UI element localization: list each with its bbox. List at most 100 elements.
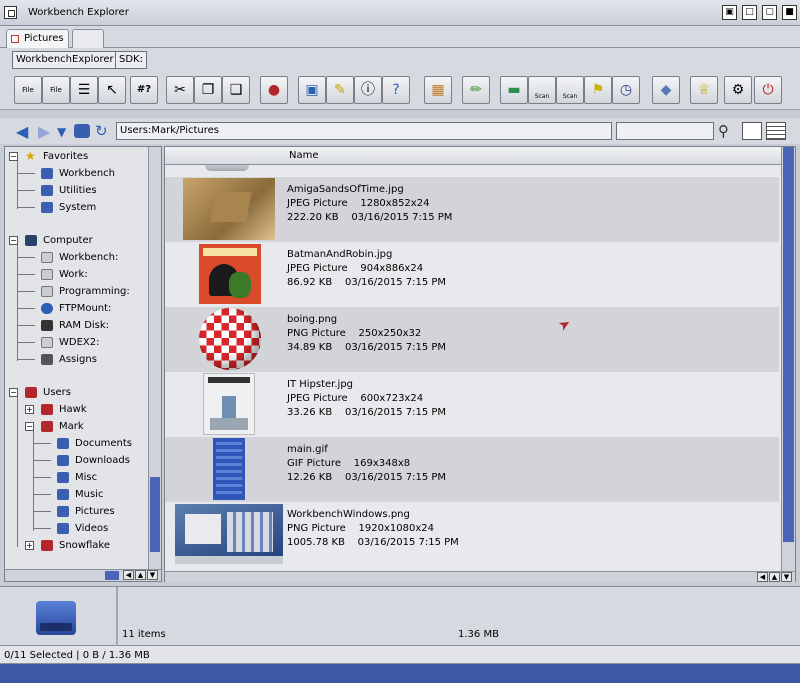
mouse-pointer-icon: ➤ [555, 315, 574, 335]
list-view-icon[interactable] [766, 122, 786, 140]
drawer-icon [57, 506, 69, 517]
list-item[interactable]: main.gif GIF Picture 169x348x8 12.26 KB … [165, 437, 779, 502]
cut-icon[interactable]: ✂ [166, 76, 194, 104]
scan-icon[interactable]: Scan [528, 76, 556, 104]
prefs-icon[interactable]: ⚙ [724, 76, 752, 104]
file-list-body: AmigaSandsOfTime.jpg JPEG Picture 1280x8… [165, 165, 781, 571]
info-icon[interactable]: ⓘ [354, 76, 382, 104]
select-icon[interactable]: ↖ [98, 76, 126, 104]
depth-button[interactable]: ■ [782, 5, 797, 20]
harddrive-icon [34, 595, 78, 639]
thumbnail-image [199, 308, 261, 370]
power-icon[interactable]: ⏻ [754, 76, 782, 104]
scrollbar-thumb[interactable] [783, 147, 794, 542]
app-path-button[interactable]: WorkbenchExplorer [12, 51, 118, 69]
thumbnail-image [213, 438, 245, 500]
expand-icon[interactable]: + [25, 541, 34, 550]
chevron-down-icon[interactable]: ▼ [57, 125, 66, 139]
window-close-button[interactable] [4, 6, 17, 19]
list-item[interactable]: BatmanAndRobin.jpg JPEG Picture 904x886x… [165, 242, 779, 307]
paste-icon[interactable]: ❑ [222, 76, 250, 104]
help-icon[interactable]: ? [382, 76, 410, 104]
collapse-icon[interactable]: − [9, 152, 18, 161]
list-item[interactable]: AmigaSandsOfTime.jpg JPEG Picture 1280x8… [165, 177, 779, 242]
pencil-icon[interactable]: ✏ [462, 76, 490, 104]
computer-icon [25, 235, 37, 246]
disk-icon[interactable]: ▣ [298, 76, 326, 104]
delete-icon[interactable]: ● [260, 76, 288, 104]
file-list: Name AmigaSandsOfTime.jpg JPEG Picture 1… [164, 146, 796, 582]
user-icon [41, 540, 53, 551]
file-list-vertical-scrollbar[interactable] [781, 147, 795, 571]
file-type: GIF Picture [287, 458, 342, 469]
scan2-icon[interactable]: Scan [556, 76, 584, 104]
file-date: 03/16/2015 7:15 PM [351, 212, 453, 223]
shell-icon[interactable]: #? [130, 76, 158, 104]
scroll-left-icon[interactable]: ◀ [123, 570, 134, 580]
refresh-icon[interactable]: ↻ [95, 122, 108, 140]
scroll-down-icon[interactable]: ▼ [781, 572, 792, 582]
scrollbar-thumb[interactable] [105, 571, 119, 580]
copy-icon[interactable]: ❐ [194, 76, 222, 104]
view-options-icon[interactable] [742, 122, 762, 140]
expand-icon[interactable]: + [25, 405, 34, 414]
archive-icon[interactable]: ▦ [424, 76, 452, 104]
search-icon[interactable]: ⚲ [718, 122, 729, 140]
file-size: 12.26 KB [287, 472, 333, 483]
list-item[interactable]: IT Hipster.jpg JPEG Picture 600x723x24 3… [165, 372, 779, 437]
file-name: main.gif [287, 444, 328, 455]
harddisk-icon [41, 269, 53, 280]
sidebar-horizontal-scrollbar[interactable]: ◀ ▲ ▼ [5, 569, 161, 581]
scroll-down-icon[interactable]: ▼ [147, 570, 158, 580]
drawer-icon [57, 438, 69, 449]
search-input[interactable] [616, 122, 714, 140]
screen-icon[interactable]: ▬ [500, 76, 528, 104]
column-header-name[interactable]: Name [165, 147, 781, 165]
file-name: BatmanAndRobin.jpg [287, 249, 393, 260]
status-bar: 0/11 Selected | 0 B / 1.36 MB [0, 646, 800, 664]
clock-icon[interactable]: ◷ [612, 76, 640, 104]
parent-drawer-icon[interactable] [74, 124, 90, 138]
compare-icon[interactable]: ☰ [70, 76, 98, 104]
crown-icon[interactable]: ♕ [690, 76, 718, 104]
shield-icon[interactable]: ◆ [652, 76, 680, 104]
details-panel: 11 items 1.36 MB [0, 586, 800, 647]
back-icon[interactable]: ◀ [16, 122, 28, 141]
scroll-left-icon[interactable]: ◀ [757, 572, 768, 582]
path-input[interactable]: Users:Mark/Pictures [116, 122, 612, 140]
navigation-bar: ◀ ▶ ▼ ↻ Users:Mark/Pictures ⚲ [0, 118, 800, 144]
collapse-icon[interactable]: − [25, 422, 34, 431]
tab-bar: Pictures [0, 26, 800, 48]
file-name: boing.png [287, 314, 338, 325]
folder-tree: − ★ Favorites Workbench Utilities System… [9, 149, 133, 551]
sidebar-vertical-scrollbar[interactable] [148, 147, 161, 569]
zoom-button[interactable]: ▢ [762, 5, 777, 20]
edit-icon[interactable]: ✎ [326, 76, 354, 104]
forward-icon[interactable]: ▶ [38, 122, 50, 141]
drawer-icon [57, 472, 69, 483]
file-view-icon[interactable]: File [14, 76, 42, 104]
tree-line [33, 431, 34, 531]
tag-icon[interactable]: ⚑ [584, 76, 612, 104]
collapse-icon[interactable]: − [9, 236, 18, 245]
iconify-button[interactable]: □ [742, 5, 757, 20]
harddisk-icon [41, 252, 53, 263]
drawer-icon [57, 455, 69, 466]
file-dims: 250x250x32 [358, 328, 422, 339]
selection-status: 0/11 Selected | 0 B / 1.36 MB [4, 650, 150, 661]
title-bar[interactable]: Workbench Explorer ▣ □ ▢ ■ [0, 0, 800, 26]
window-bottom-border [0, 664, 800, 683]
harddisk-icon [41, 286, 53, 297]
scrollbar-thumb[interactable] [150, 477, 160, 552]
scroll-up-icon[interactable]: ▲ [135, 570, 146, 580]
list-item[interactable]: boing.png PNG Picture 250x250x32 34.89 K… [165, 307, 779, 372]
list-item[interactable]: WorkbenchWindows.png PNG Picture 1920x10… [165, 502, 779, 567]
minimize-button[interactable]: ▣ [722, 5, 737, 20]
tab-pictures[interactable]: Pictures [6, 29, 69, 48]
file-list-icon[interactable]: File [42, 76, 70, 104]
sdk-path-button[interactable]: SDK: [115, 51, 147, 69]
collapse-icon[interactable]: − [9, 388, 18, 397]
file-list-horizontal-scrollbar[interactable]: ◀ ▲ ▼ [165, 571, 795, 582]
tab-new[interactable] [72, 29, 104, 48]
scroll-up-icon[interactable]: ▲ [769, 572, 780, 582]
